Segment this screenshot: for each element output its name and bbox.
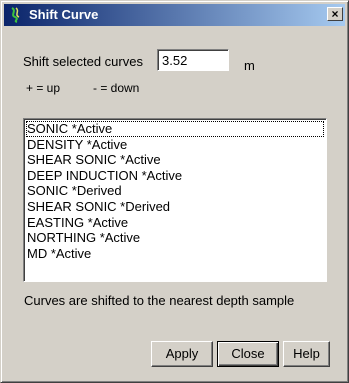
curve-list-item[interactable]: MD *Active xyxy=(26,246,324,262)
shift-label: Shift selected curves xyxy=(23,54,143,69)
close-button[interactable]: Close xyxy=(217,341,279,367)
title-bar[interactable]: Shift Curve × xyxy=(4,4,345,26)
curve-app-icon xyxy=(11,7,20,23)
curve-list[interactable]: SONIC *Active DENSITY *Active SHEAR SONIC … xyxy=(23,118,327,282)
unit-label: m xyxy=(244,58,255,73)
window-title: Shift Curve xyxy=(29,7,99,22)
curve-list-item[interactable]: DENSITY *Active xyxy=(26,137,324,153)
shift-note: Curves are shifted to the nearest depth … xyxy=(24,293,295,308)
curve-list-item[interactable]: DEEP INDUCTION *Active xyxy=(26,168,324,184)
hint-up: + = up xyxy=(26,81,61,95)
shift-amount-input[interactable] xyxy=(157,49,229,71)
curve-list-item[interactable]: SHEAR SONIC *Derived xyxy=(26,199,324,215)
curve-list-item[interactable]: EASTING *Active xyxy=(26,215,324,231)
curve-list-item[interactable]: NORTHING *Active xyxy=(26,230,324,246)
close-icon[interactable]: × xyxy=(327,7,343,21)
shift-curve-dialog: Shift Curve × Shift selected curves m + … xyxy=(0,0,349,383)
help-button[interactable]: Help xyxy=(283,341,330,367)
curve-list-item[interactable]: SONIC *Active xyxy=(26,121,324,137)
curve-list-item[interactable]: SHEAR SONIC *Active xyxy=(26,152,324,168)
apply-button[interactable]: Apply xyxy=(151,341,213,367)
hint-down: - = down xyxy=(93,81,140,95)
curve-list-item[interactable]: SONIC *Derived xyxy=(26,183,324,199)
